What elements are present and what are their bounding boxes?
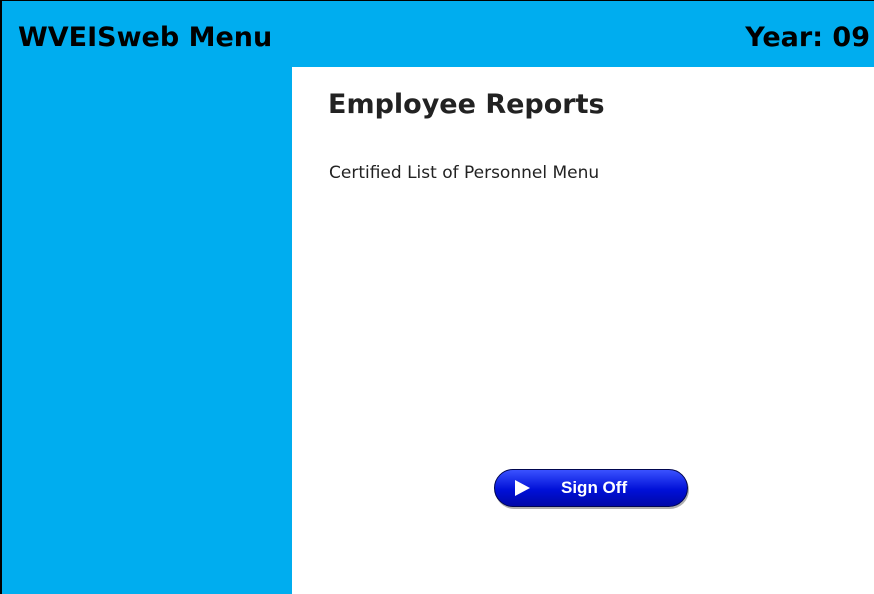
menu-item-certified-list[interactable]: Certified List of Personnel Menu bbox=[329, 163, 599, 183]
app-title: WVEISweb Menu bbox=[18, 22, 273, 53]
year-label: Year: 09 bbox=[745, 22, 870, 53]
sign-off-button[interactable]: Sign Off bbox=[494, 469, 688, 507]
header-bar: WVEISweb Menu Year: 09 bbox=[2, 1, 874, 67]
window-frame: WVEISweb Menu Year: 09 Employee Reports … bbox=[0, 0, 874, 594]
sidebar bbox=[2, 67, 292, 594]
sign-off-label: Sign Off bbox=[561, 478, 628, 497]
play-icon bbox=[515, 480, 530, 496]
main-content: Employee Reports Certified List of Perso… bbox=[292, 67, 874, 594]
page-title: Employee Reports bbox=[328, 89, 605, 120]
